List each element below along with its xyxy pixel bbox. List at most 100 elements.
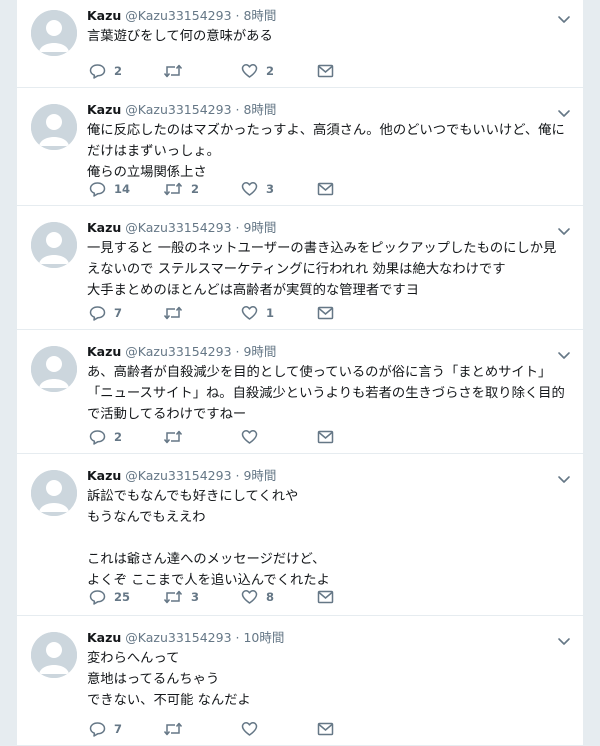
like-button[interactable]: 1 bbox=[241, 304, 274, 322]
retweet-icon bbox=[163, 429, 183, 445]
heart-icon bbox=[241, 721, 258, 737]
username[interactable]: @Kazu33154293 bbox=[125, 102, 231, 117]
retweet-icon bbox=[163, 589, 183, 605]
retweet-button[interactable] bbox=[163, 720, 191, 738]
display-name[interactable]: Kazu bbox=[87, 468, 121, 483]
reply-icon bbox=[89, 429, 106, 445]
retweet-button[interactable]: 2 bbox=[163, 180, 199, 198]
retweet-icon bbox=[163, 721, 183, 737]
username[interactable]: @Kazu33154293 bbox=[125, 8, 231, 23]
retweet-button[interactable] bbox=[163, 428, 191, 446]
tweet-text: 言葉遊びをして何の意味がある bbox=[87, 29, 273, 44]
tweet-content: Kazu @Kazu33154293 · 9時間一見すると 一般のネットユーザー… bbox=[87, 220, 571, 301]
reply-count: 2 bbox=[114, 430, 123, 444]
display-name[interactable]: Kazu bbox=[87, 344, 121, 359]
retweet-count: 3 bbox=[191, 590, 200, 604]
separator-dot: · bbox=[235, 220, 240, 235]
chevron-down-icon[interactable] bbox=[557, 470, 571, 483]
username[interactable]: @Kazu33154293 bbox=[125, 344, 231, 359]
retweet-button[interactable]: 3 bbox=[163, 588, 199, 606]
retweet-icon bbox=[163, 63, 183, 79]
timestamp[interactable]: 8時間 bbox=[243, 102, 276, 117]
tweet-text: 一見すると 一般のネットユーザーの書き込みをピックアップしたものにしか見 えない… bbox=[87, 241, 557, 298]
reply-count: 7 bbox=[114, 722, 123, 736]
chevron-down-icon[interactable] bbox=[557, 346, 571, 359]
tweet-content: Kazu @Kazu33154293 · 9時間あ、高齢者が自殺減少を目的として… bbox=[87, 344, 571, 425]
chevron-down-icon[interactable] bbox=[557, 632, 571, 645]
reply-button[interactable]: 2 bbox=[89, 428, 122, 446]
tweet-header: Kazu @Kazu33154293 · 9時間 bbox=[87, 344, 571, 360]
default-profile-icon bbox=[31, 104, 77, 150]
chevron-down-icon[interactable] bbox=[557, 222, 571, 235]
reply-icon bbox=[89, 305, 106, 321]
like-button[interactable]: 8 bbox=[241, 588, 274, 606]
avatar[interactable] bbox=[31, 10, 77, 56]
tweet[interactable]: Kazu @Kazu33154293 · 9時間一見すると 一般のネットユーザー… bbox=[17, 206, 583, 330]
tweet[interactable]: Kazu @Kazu33154293 · 8時間 俺に反応したのはマズかったっすよ… bbox=[17, 88, 583, 206]
avatar[interactable] bbox=[31, 470, 77, 516]
reply-count: 25 bbox=[114, 590, 131, 604]
retweet-icon bbox=[163, 181, 183, 197]
avatar[interactable] bbox=[31, 632, 77, 678]
timestamp[interactable]: 9時間 bbox=[243, 220, 276, 235]
reply-button[interactable]: 14 bbox=[89, 180, 130, 198]
tweet[interactable]: Kazu @Kazu33154293 · 9時間 訴訟でもなんでも好きにしてくれや… bbox=[17, 454, 583, 616]
reply-button[interactable]: 7 bbox=[89, 720, 122, 738]
tweet[interactable]: Kazu @Kazu33154293 · 9時間あ、高齢者が自殺減少を目的として… bbox=[17, 330, 583, 454]
like-count: 8 bbox=[266, 590, 275, 604]
like-button[interactable] bbox=[241, 720, 266, 738]
avatar[interactable] bbox=[31, 104, 77, 150]
tweet-actions: 22 bbox=[87, 62, 367, 80]
direct-message-button[interactable] bbox=[317, 588, 334, 606]
reply-button[interactable]: 2 bbox=[89, 62, 122, 80]
chevron-down-icon[interactable] bbox=[557, 10, 571, 23]
separator-dot: · bbox=[235, 8, 240, 23]
direct-message-button[interactable] bbox=[317, 62, 334, 80]
tweet-actions: 2 bbox=[87, 428, 367, 446]
timestamp[interactable]: 9時間 bbox=[243, 344, 276, 359]
heart-icon bbox=[241, 589, 258, 605]
envelope-icon bbox=[317, 306, 334, 320]
direct-message-button[interactable] bbox=[317, 428, 334, 446]
reply-button[interactable]: 7 bbox=[89, 304, 122, 322]
retweet-icon bbox=[163, 305, 183, 321]
chevron-down-icon[interactable] bbox=[557, 104, 571, 117]
envelope-icon bbox=[317, 722, 334, 736]
like-count: 3 bbox=[266, 182, 275, 196]
avatar[interactable] bbox=[31, 346, 77, 392]
display-name[interactable]: Kazu bbox=[87, 220, 121, 235]
direct-message-button[interactable] bbox=[317, 720, 334, 738]
reply-button[interactable]: 25 bbox=[89, 588, 130, 606]
direct-message-button[interactable] bbox=[317, 180, 334, 198]
tweet[interactable]: Kazu @Kazu33154293 · 10時間変わらへんって 意地はってるん… bbox=[17, 616, 583, 746]
username[interactable]: @Kazu33154293 bbox=[125, 468, 231, 483]
retweet-button[interactable] bbox=[163, 62, 191, 80]
timestamp[interactable]: 9時間 bbox=[243, 468, 276, 483]
tweet-text: 変わらへんって 意地はってるんちゃう できない、不可能 なんだよ bbox=[87, 651, 251, 708]
avatar[interactable] bbox=[31, 222, 77, 268]
display-name[interactable]: Kazu bbox=[87, 630, 121, 645]
reply-icon bbox=[89, 721, 106, 737]
like-button[interactable] bbox=[241, 428, 266, 446]
timestamp[interactable]: 10時間 bbox=[243, 630, 284, 645]
display-name[interactable]: Kazu bbox=[87, 8, 121, 23]
timestamp[interactable]: 8時間 bbox=[243, 8, 276, 23]
tweet-actions: 7 bbox=[87, 720, 367, 738]
tweet-header: Kazu @Kazu33154293 · 8時間 bbox=[87, 8, 571, 24]
tweet-text: あ、高齢者が自殺減少を目的として使っているのが俗に言う「まとめサイト」 「ニュー… bbox=[87, 365, 565, 422]
separator-dot: · bbox=[235, 344, 240, 359]
envelope-icon bbox=[317, 590, 334, 604]
separator-dot: · bbox=[235, 630, 240, 645]
username[interactable]: @Kazu33154293 bbox=[125, 630, 231, 645]
retweet-button[interactable] bbox=[163, 304, 191, 322]
direct-message-button[interactable] bbox=[317, 304, 334, 322]
tweet-content: Kazu @Kazu33154293 · 8時間 俺に反応したのはマズかったっすよ… bbox=[87, 102, 571, 183]
tweet-content: Kazu @Kazu33154293 · 8時間 言葉遊びをして何の意味がある bbox=[87, 8, 571, 47]
tweet-header: Kazu @Kazu33154293 · 8時間 bbox=[87, 102, 571, 118]
display-name[interactable]: Kazu bbox=[87, 102, 121, 117]
tweet-content: Kazu @Kazu33154293 · 9時間 訴訟でもなんでも好きにしてくれや… bbox=[87, 468, 571, 591]
like-button[interactable]: 3 bbox=[241, 180, 274, 198]
tweet[interactable]: Kazu @Kazu33154293 · 8時間 言葉遊びをして何の意味がある 2 2 bbox=[17, 0, 583, 88]
username[interactable]: @Kazu33154293 bbox=[125, 220, 231, 235]
like-button[interactable]: 2 bbox=[241, 62, 274, 80]
